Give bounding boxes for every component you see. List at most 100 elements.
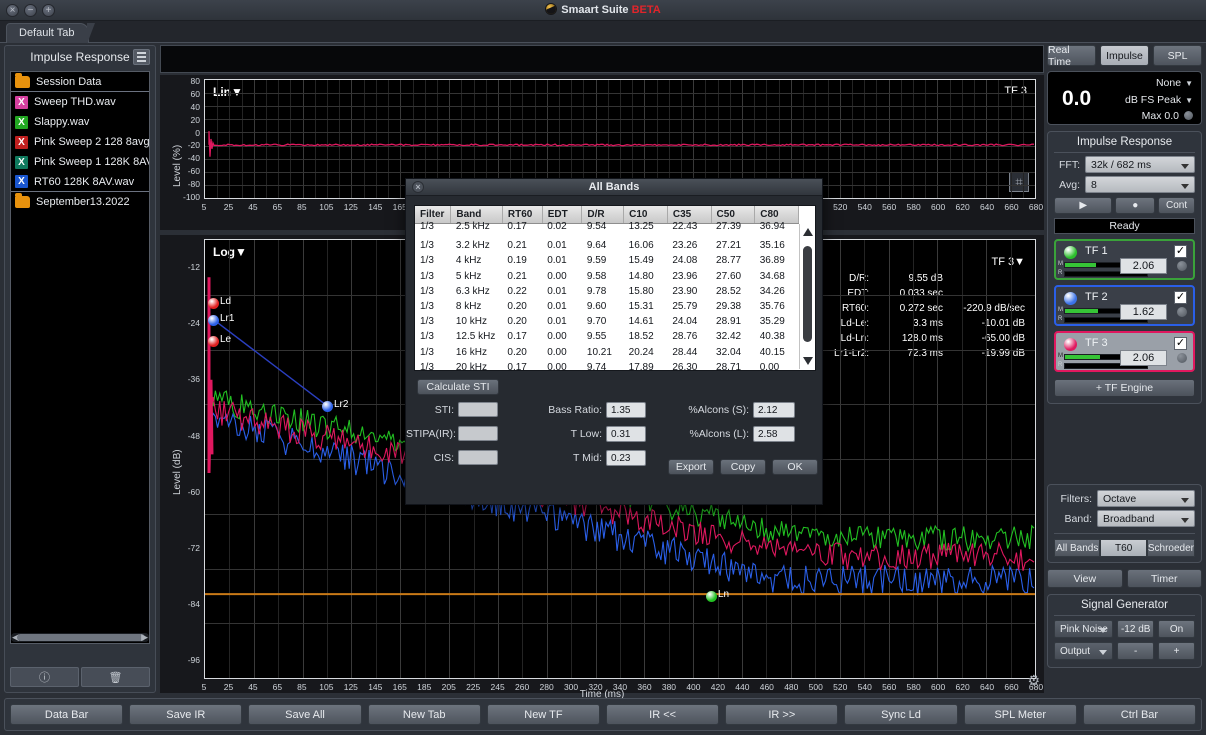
file-list[interactable]: Session DataXSweep THD.wavXSlappy.wavXPi… (10, 71, 150, 644)
table-row[interactable]: 1/310 kHz0.200.019.7014.6124.0428.9135.2… (415, 314, 799, 329)
table-row[interactable]: 1/38 kHz0.200.019.6015.3125.7929.3835.76 (415, 299, 799, 314)
bottom-button-save-all[interactable]: Save All (248, 704, 361, 725)
list-item[interactable]: XSweep THD.wav (11, 92, 149, 112)
table-row[interactable]: 1/320 kHz0.170.009.7417.8926.3028.710.00 (415, 360, 799, 370)
x-tick: 145 (363, 202, 387, 212)
add-tf-engine-button[interactable]: + TF Engine (1054, 379, 1195, 397)
table-cell: 1/3 (415, 314, 451, 329)
scroll-down-icon[interactable] (803, 357, 813, 365)
t-low-field[interactable]: 0.31 (606, 426, 646, 442)
sti-field[interactable] (458, 402, 498, 417)
bands-table[interactable]: FilterBandRT60EDTD/RC10C35C50C80 1/32.5 … (415, 206, 799, 370)
bottom-button-save-ir[interactable]: Save IR (129, 704, 242, 725)
fft-select[interactable]: 32k / 682 ms (1085, 156, 1195, 173)
meter-unit-select[interactable]: dB FS Peak▼ (1125, 94, 1193, 106)
play-icon[interactable]: ▶ (1054, 197, 1112, 214)
t-mid-field[interactable]: 0.23 (606, 450, 646, 466)
scroll-right-icon[interactable]: ▶ (141, 632, 148, 643)
tf-engine-card[interactable]: TF 2✓MR1.62 (1054, 285, 1195, 326)
marker-ln[interactable] (706, 591, 717, 602)
tf-enable-checkbox[interactable]: ✓ (1174, 337, 1187, 350)
bottom-button-spl-meter[interactable]: SPL Meter (964, 704, 1077, 725)
tf-options-icon[interactable] (1177, 353, 1187, 363)
tf-engine-card[interactable]: TF 1✓MR2.06 (1054, 239, 1195, 280)
table-cell: 1/3 (415, 360, 451, 370)
bottom-button-sync-ld[interactable]: Sync Ld (844, 704, 957, 725)
level-minus-button[interactable]: - (1117, 642, 1154, 660)
level-plus-button[interactable]: + (1158, 642, 1195, 660)
cis-field[interactable] (458, 450, 498, 465)
ok-button[interactable]: OK (772, 459, 818, 475)
list-item[interactable]: XPink Sweep 2 128 8avg.w (11, 132, 149, 152)
band-mode-t60[interactable]: T60 (1100, 539, 1146, 557)
signal-type-select[interactable]: Pink Noise (1054, 620, 1113, 638)
bottom-button-ctrl-bar[interactable]: Ctrl Bar (1083, 704, 1196, 725)
copy-button[interactable]: Copy (720, 459, 766, 475)
mode-button-real-time[interactable]: Real Time (1047, 45, 1096, 66)
table-row[interactable]: 1/312.5 kHz0.170.009.5518.5228.7632.4240… (415, 329, 799, 344)
hscrollbar-thumb[interactable] (17, 634, 145, 641)
mode-button-spl[interactable]: SPL (1153, 45, 1202, 66)
tab-default[interactable]: Default Tab (6, 23, 89, 43)
table-row[interactable]: 1/33.2 kHz0.210.019.6416.0623.2627.2135.… (415, 238, 799, 253)
file-list-hscrollbar[interactable]: ◀ ▶ (11, 633, 149, 642)
meter-source-select[interactable]: None▼ (1156, 77, 1193, 89)
mode-button-impulse[interactable]: Impulse (1100, 45, 1149, 66)
list-item[interactable]: XSlappy.wav (11, 112, 149, 132)
table-row[interactable]: 1/32.5 kHz0.170.029.5413.2522.4327.3936.… (415, 219, 799, 234)
tf-engine-card[interactable]: TF 3✓MR2.06 (1054, 331, 1195, 372)
cont-button[interactable]: Cont (1158, 197, 1195, 214)
close-icon[interactable]: × (412, 181, 424, 193)
timer-button[interactable]: Timer (1127, 569, 1203, 588)
signal-output-select[interactable]: Output (1054, 642, 1113, 660)
calculate-sti-button[interactable]: Calculate STI (417, 379, 499, 395)
marker-le[interactable] (208, 336, 219, 347)
list-item[interactable]: September13.2022 (11, 192, 149, 212)
table-row[interactable]: 1/35 kHz0.210.009.5814.8023.9627.6034.68 (415, 269, 799, 284)
view-button[interactable]: View (1047, 569, 1123, 588)
info-icon[interactable]: ⓘ (10, 667, 79, 687)
list-item[interactable]: XPink Sweep 1 128K 8AVG (11, 152, 149, 172)
band-select[interactable]: Broadband (1097, 510, 1195, 527)
bottom-button-ir[interactable]: IR << (606, 704, 719, 725)
table-row[interactable]: 1/34 kHz0.190.019.5915.4924.0828.7736.89 (415, 253, 799, 268)
avg-select[interactable]: 8 (1085, 176, 1195, 193)
table-row[interactable]: 1/316 kHz0.200.0010.2120.2428.4432.0440.… (415, 345, 799, 360)
table-cell: 18.52 (624, 329, 668, 344)
trash-icon[interactable]: 🗑 (81, 667, 150, 687)
tf-enable-checkbox[interactable]: ✓ (1174, 291, 1187, 304)
band-mode-schroeder[interactable]: Schroeder (1147, 539, 1195, 557)
list-item[interactable]: XRT60 128K 8AV.wav (11, 172, 149, 192)
bass-ratio-field[interactable]: 1.35 (606, 402, 646, 418)
list-item[interactable]: Session Data (11, 72, 149, 92)
tf-options-icon[interactable] (1177, 261, 1187, 271)
export-button[interactable]: Export (668, 459, 714, 475)
marker-lr1[interactable] (208, 315, 219, 326)
hamburger-icon[interactable] (133, 49, 150, 65)
alcons-s-field[interactable]: 2.12 (753, 402, 795, 418)
wav-file-icon: X (15, 96, 28, 109)
tf-delay-value[interactable]: 2.06 (1120, 258, 1167, 274)
bottom-button-new-tf[interactable]: New TF (487, 704, 600, 725)
gear-icon[interactable]: ⚙ (1027, 672, 1040, 689)
meter-reset-icon[interactable] (1184, 111, 1193, 120)
alcons-l-field[interactable]: 2.58 (753, 426, 795, 442)
stipa-ir-field[interactable] (458, 426, 498, 441)
table-row[interactable]: 1/36.3 kHz0.220.019.7815.8023.9028.5234.… (415, 284, 799, 299)
vscrollbar-thumb[interactable] (803, 246, 812, 342)
record-icon[interactable]: ● (1115, 197, 1155, 214)
signal-level-field[interactable]: -12 dB (1117, 620, 1154, 638)
tf-options-icon[interactable] (1177, 307, 1187, 317)
band-mode-all-bands[interactable]: All Bands (1054, 539, 1100, 557)
tf-enable-checkbox[interactable]: ✓ (1174, 245, 1187, 258)
bottom-button-ir[interactable]: IR >> (725, 704, 838, 725)
bottom-button-new-tab[interactable]: New Tab (368, 704, 481, 725)
tf-delay-value[interactable]: 1.62 (1120, 304, 1167, 320)
table-cell: 1/3 (415, 329, 451, 344)
table-vscrollbar[interactable] (799, 224, 814, 369)
tf-delay-value[interactable]: 2.06 (1120, 350, 1167, 366)
scroll-up-icon[interactable] (803, 228, 813, 236)
filters-select[interactable]: Octave (1097, 490, 1195, 507)
signal-on-button[interactable]: On (1158, 620, 1195, 638)
bottom-button-data-bar[interactable]: Data Bar (10, 704, 123, 725)
